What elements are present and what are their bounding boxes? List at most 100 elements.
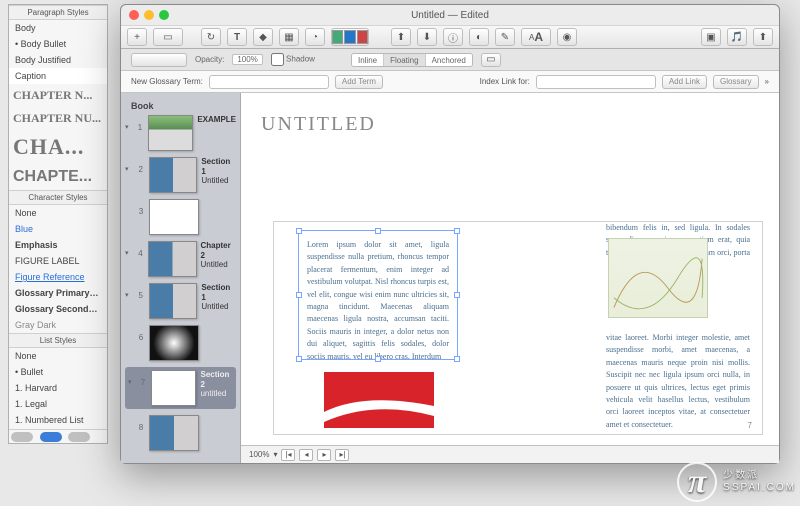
panel-pill[interactable] — [68, 432, 90, 442]
paragraph-style-item[interactable]: CHA... — [9, 130, 107, 164]
view-button[interactable]: ▭ — [153, 28, 183, 46]
paragraph-style-item[interactable]: Body — [9, 20, 107, 36]
disclosure-arrow-icon[interactable]: ▾ — [125, 123, 132, 131]
paragraph-style-item[interactable]: CHAPTER N... — [9, 84, 107, 107]
page-thumbnail[interactable] — [149, 415, 199, 451]
disclosure-arrow-icon[interactable]: ▾ — [125, 165, 133, 173]
body-text[interactable]: vitae laoreet. Morbi integer molestie, a… — [600, 326, 756, 428]
orientation-button[interactable]: ↻ — [201, 28, 221, 46]
character-style-item[interactable]: Figure Reference — [9, 269, 107, 285]
resize-handle[interactable] — [296, 228, 302, 234]
list-style-item[interactable]: None — [9, 348, 107, 364]
disclosure-arrow-icon[interactable]: ▾ — [125, 249, 133, 257]
character-style-item[interactable]: Glossary Primary Def... — [9, 285, 107, 301]
page-thumbnail[interactable] — [148, 115, 194, 151]
table-button[interactable]: ▦ — [279, 28, 299, 46]
panel-pill-active[interactable] — [40, 432, 62, 442]
resize-handle[interactable] — [375, 228, 381, 234]
page-thumbnail-row[interactable]: ▾4Chapter 2Untitled — [125, 241, 236, 277]
selected-text-box[interactable]: Lorem ipsum dolor sit amet, ligula suspe… — [298, 230, 458, 360]
resize-handle[interactable] — [296, 292, 302, 298]
wrap-options-button[interactable]: ▭ — [481, 53, 501, 67]
character-style-item[interactable]: Gray Dark — [9, 317, 107, 333]
toolbar: + ▭ ↻ T ◆ ▦ ◔ ⬆ ⬇ ⓘ ◐ ✎ AA ◉ ▣ 🎵 ⬆ — [121, 25, 779, 49]
character-style-item[interactable]: None — [9, 205, 107, 221]
resize-handle[interactable] — [454, 228, 460, 234]
add-term-button[interactable]: Add Term — [335, 75, 383, 89]
shadow-checkbox[interactable]: Shadow — [271, 53, 315, 66]
zoom-value[interactable]: 100% — [249, 450, 269, 459]
zoom-stepper-icon[interactable]: ▾ — [273, 450, 277, 459]
paragraph-style-item[interactable]: • Body Bullet — [9, 36, 107, 52]
image-placeholder[interactable] — [324, 372, 434, 428]
fonts-button[interactable]: AA — [521, 28, 551, 46]
page-thumbnail[interactable] — [149, 199, 199, 235]
character-style-item[interactable]: FIGURE LABEL — [9, 253, 107, 269]
list-style-item[interactable]: • Bullet — [9, 364, 107, 380]
colors-button[interactable]: ◉ — [557, 28, 577, 46]
paragraph-style-item[interactable]: Body Justified — [9, 52, 107, 68]
page-thumbnail-row[interactable]: ▾7Section 2untitled — [125, 367, 236, 409]
zoom-button[interactable] — [159, 10, 169, 20]
page-thumbnail-row[interactable]: 8 — [125, 415, 236, 451]
text-box-button[interactable]: T — [227, 28, 247, 46]
list-style-item[interactable]: 1. Harvard — [9, 380, 107, 396]
page-thumbnail-row[interactable]: 3 — [125, 199, 236, 235]
resize-handle[interactable] — [375, 356, 381, 362]
back-button[interactable]: ⬇ — [417, 28, 437, 46]
disclosure-arrow-icon[interactable]: ▾ — [128, 378, 135, 386]
page-thumbnail-row[interactable]: 6 — [125, 325, 236, 361]
document-canvas[interactable]: UNTITLED Lorem ipsum dolor sit amet, lig… — [241, 93, 779, 463]
page-thumbnail[interactable] — [149, 283, 198, 319]
first-page-button[interactable]: |◂ — [281, 449, 295, 461]
image-annotation[interactable] — [608, 238, 708, 318]
character-style-item[interactable]: Glossary Secondary ... — [9, 301, 107, 317]
page-thumbnail-row[interactable]: ▾1EXAMPLE — [125, 115, 236, 151]
media-button[interactable]: 🎵 — [727, 28, 747, 46]
character-style-item[interactable]: Blue — [9, 221, 107, 237]
mask-button[interactable]: ◐ — [469, 28, 489, 46]
page-thumbnail-row[interactable]: ▾2Section 1Untitled — [125, 157, 236, 193]
page-thumbnail[interactable] — [148, 241, 196, 277]
opacity-value[interactable]: 100% — [232, 54, 262, 65]
add-button[interactable]: + — [127, 28, 147, 46]
body-text[interactable]: Lorem ipsum dolor sit amet, ligula suspe… — [299, 231, 457, 359]
page-number: 1 — [136, 123, 143, 132]
disclosure-arrow-icon[interactable]: ▾ — [125, 291, 133, 299]
charts-button[interactable]: ◔ — [305, 28, 325, 46]
page-thumbnail[interactable] — [149, 325, 199, 361]
front-button[interactable]: ⬆ — [391, 28, 411, 46]
shapes-button[interactable]: ◆ — [253, 28, 273, 46]
add-link-button[interactable]: Add Link — [662, 75, 707, 89]
publish-button[interactable]: ⬆ — [753, 28, 773, 46]
paragraph-style-item[interactable]: CHAPTER NU... — [9, 107, 107, 130]
resize-handle[interactable] — [454, 292, 460, 298]
next-page-button[interactable]: ▸ — [317, 449, 331, 461]
glossary-button[interactable]: Glossary — [713, 75, 759, 89]
minimize-button[interactable] — [144, 10, 154, 20]
index-link-input[interactable] — [536, 75, 656, 89]
page-thumbnail[interactable] — [151, 370, 197, 406]
glossary-term-input[interactable] — [209, 75, 329, 89]
prev-page-button[interactable]: ◂ — [299, 449, 313, 461]
collapse-arrow-icon[interactable]: » — [765, 77, 769, 86]
pages-sidebar[interactable]: Book ▾1EXAMPLE▾2Section 1Untitled3▾4Chap… — [121, 93, 241, 463]
widgets-button[interactable] — [331, 28, 369, 46]
list-style-item[interactable]: 1. Legal — [9, 396, 107, 412]
page-thumbnail-row[interactable]: ▾5Section 1Untitled — [125, 283, 236, 319]
paragraph-style-item[interactable]: Caption — [9, 68, 107, 84]
character-style-item[interactable]: Emphasis — [9, 237, 107, 253]
preview-button[interactable]: ▣ — [701, 28, 721, 46]
page-thumbnail[interactable] — [149, 157, 198, 193]
style-picker[interactable] — [131, 53, 187, 67]
resize-handle[interactable] — [296, 356, 302, 362]
panel-pill[interactable] — [11, 432, 33, 442]
close-button[interactable] — [129, 10, 139, 20]
last-page-button[interactable]: ▸| — [335, 449, 349, 461]
resize-handle[interactable] — [454, 356, 460, 362]
paragraph-style-item[interactable]: CHAPTE... — [9, 164, 107, 190]
inspector-button[interactable]: ⓘ — [443, 28, 463, 46]
list-style-item[interactable]: 1. Numbered List — [9, 412, 107, 428]
wrap-segmented-control[interactable]: Inline Floating Anchored — [351, 53, 473, 67]
alpha-button[interactable]: ✎ — [495, 28, 515, 46]
